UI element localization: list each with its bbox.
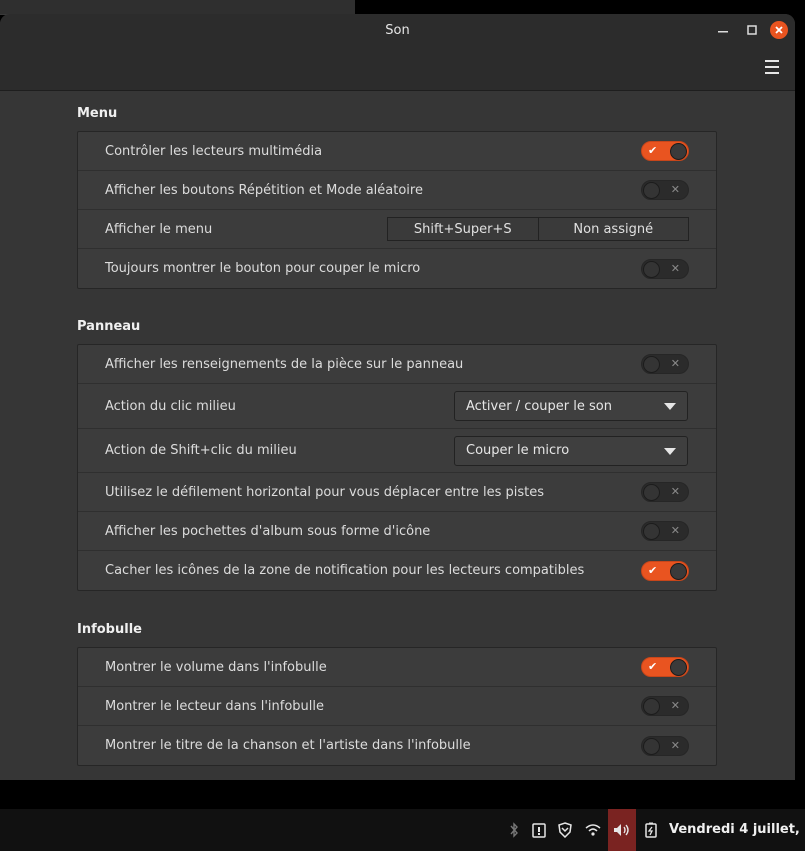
row-show-menu-shortcut: Afficher le menu Shift+Super+S Non assig…	[78, 210, 716, 249]
toggle-knob	[643, 356, 660, 373]
minimize-icon[interactable]	[714, 21, 732, 39]
cross-icon: ✕	[670, 738, 680, 752]
row-middle-click-action: Action du clic milieu Activer / couper l…	[78, 384, 716, 429]
clock[interactable]: Vendredi 4 juillet, 00:	[669, 822, 805, 837]
toggle-tooltip-song-artist[interactable]: ✕	[641, 735, 689, 756]
toggle-knob	[643, 260, 660, 278]
toggle-knob	[670, 659, 687, 676]
menu-settings-list: Contrôler les lecteurs multimédia ✔ Affi…	[77, 131, 717, 289]
row-label: Afficher les pochettes d'album sous form…	[105, 523, 431, 539]
header-bar	[0, 46, 795, 91]
toggle-album-art-icon[interactable]: ✕	[641, 521, 689, 541]
check-icon: ✔	[648, 144, 658, 157]
row-label: Action du clic milieu	[105, 398, 236, 414]
toggle-tooltip-volume[interactable]: ✔	[641, 657, 689, 677]
wifi-icon[interactable]	[585, 822, 601, 838]
maximize-icon[interactable]	[743, 21, 761, 39]
shortcut-primary[interactable]: Shift+Super+S	[388, 218, 539, 240]
settings-content: Menu Contrôler les lecteurs multimédia ✔…	[0, 91, 795, 780]
row-label: Afficher le menu	[105, 221, 213, 237]
cross-icon: ✕	[670, 699, 680, 712]
cross-icon: ✕	[670, 261, 680, 275]
shift-middle-click-action-dropdown[interactable]: Couper le micro	[454, 435, 688, 466]
toggle-knob	[643, 737, 660, 755]
shortcut-secondary[interactable]: Non assigné	[539, 218, 689, 240]
cross-icon: ✕	[670, 183, 680, 196]
row-horizontal-scroll-tracks: Utilisez le défilement horizontal pour v…	[78, 473, 716, 512]
row-tooltip-volume: Montrer le volume dans l'infobulle ✔	[78, 648, 716, 687]
row-label: Montrer le volume dans l'infobulle	[105, 659, 327, 675]
taskbar: Vendredi 4 juillet, 00:	[0, 809, 805, 851]
panel-settings-list: Afficher les renseignements de la pièce …	[77, 344, 717, 591]
clipboard-alert-icon[interactable]	[531, 822, 547, 838]
row-control-media-players: Contrôler les lecteurs multimédia ✔	[78, 132, 716, 171]
row-album-art-icon: Afficher les pochettes d'album sous form…	[78, 512, 716, 551]
row-hide-tray-icons: Cacher les icônes de la zone de notifica…	[78, 551, 716, 590]
shortcut-editor: Shift+Super+S Non assigné	[387, 217, 689, 241]
toggle-knob	[670, 562, 687, 580]
battery-icon[interactable]	[643, 822, 659, 838]
row-show-track-info-panel: Afficher les renseignements de la pièce …	[78, 345, 716, 384]
section-title-menu: Menu	[77, 106, 118, 121]
title-bar[interactable]: Son	[0, 14, 795, 46]
row-label: Cacher les icônes de la zone de notifica…	[105, 563, 585, 578]
row-label: Contrôler les lecteurs multimédia	[105, 143, 323, 159]
toggle-control-media-players[interactable]: ✔	[641, 141, 689, 161]
toggle-horizontal-scroll-tracks[interactable]: ✕	[641, 482, 689, 502]
toggle-show-repeat-shuffle[interactable]: ✕	[641, 180, 689, 200]
hamburger-menu-icon[interactable]	[762, 60, 782, 76]
row-label: Utilisez le défilement horizontal pour v…	[105, 484, 545, 500]
section-title-panel: Panneau	[77, 319, 141, 334]
dropdown-arrow-icon	[664, 447, 676, 455]
section-title-tooltip: Infobulle	[77, 622, 142, 637]
row-label: Afficher les boutons Répétition et Mode …	[105, 182, 423, 198]
background-window	[0, 0, 355, 15]
toggle-knob	[670, 143, 687, 160]
cross-icon: ✕	[670, 485, 680, 498]
window-title: Son	[385, 22, 410, 38]
check-icon: ✔	[648, 660, 658, 673]
toggle-knob	[643, 182, 660, 199]
bluetooth-icon[interactable]	[506, 822, 522, 838]
tooltip-settings-list: Montrer le volume dans l'infobulle ✔ Mon…	[77, 647, 717, 766]
row-tooltip-song-artist: Montrer le titre de la chanson et l'arti…	[78, 726, 716, 765]
row-label: Montrer le titre de la chanson et l'arti…	[105, 738, 471, 753]
row-tooltip-player: Montrer le lecteur dans l'infobulle ✕	[78, 687, 716, 726]
middle-click-action-dropdown[interactable]: Activer / couper le son	[454, 391, 688, 421]
row-label: Action de Shift+clic du milieu	[105, 443, 297, 458]
shield-icon[interactable]	[557, 822, 573, 838]
row-label: Toujours montrer le bouton pour couper l…	[105, 261, 421, 276]
check-icon: ✔	[648, 563, 658, 577]
row-show-repeat-shuffle: Afficher les boutons Répétition et Mode …	[78, 171, 716, 210]
toggle-knob	[643, 523, 660, 540]
toggle-knob	[643, 484, 660, 501]
volume-icon[interactable]	[613, 822, 629, 838]
sound-settings-window: Son Menu Contrôler les lecteurs multiméd…	[0, 14, 795, 780]
row-label: Montrer le lecteur dans l'infobulle	[105, 698, 324, 714]
toggle-always-show-mute-mic[interactable]: ✕	[641, 258, 689, 279]
dropdown-arrow-icon	[664, 403, 676, 410]
row-label: Afficher les renseignements de la pièce …	[105, 356, 464, 372]
row-always-show-mute-mic: Toujours montrer le bouton pour couper l…	[78, 249, 716, 288]
toggle-hide-tray-icons[interactable]: ✔	[641, 560, 689, 581]
toggle-knob	[643, 698, 660, 715]
close-icon[interactable]	[770, 21, 788, 39]
toggle-tooltip-player[interactable]: ✕	[641, 696, 689, 716]
toggle-show-track-info-panel[interactable]: ✕	[641, 354, 689, 374]
row-shift-middle-click-action: Action de Shift+clic du milieu Couper le…	[78, 429, 716, 473]
cross-icon: ✕	[670, 357, 680, 370]
cross-icon: ✕	[670, 524, 680, 537]
dropdown-value: Activer / couper le son	[466, 398, 612, 414]
dropdown-value: Couper le micro	[466, 443, 570, 458]
